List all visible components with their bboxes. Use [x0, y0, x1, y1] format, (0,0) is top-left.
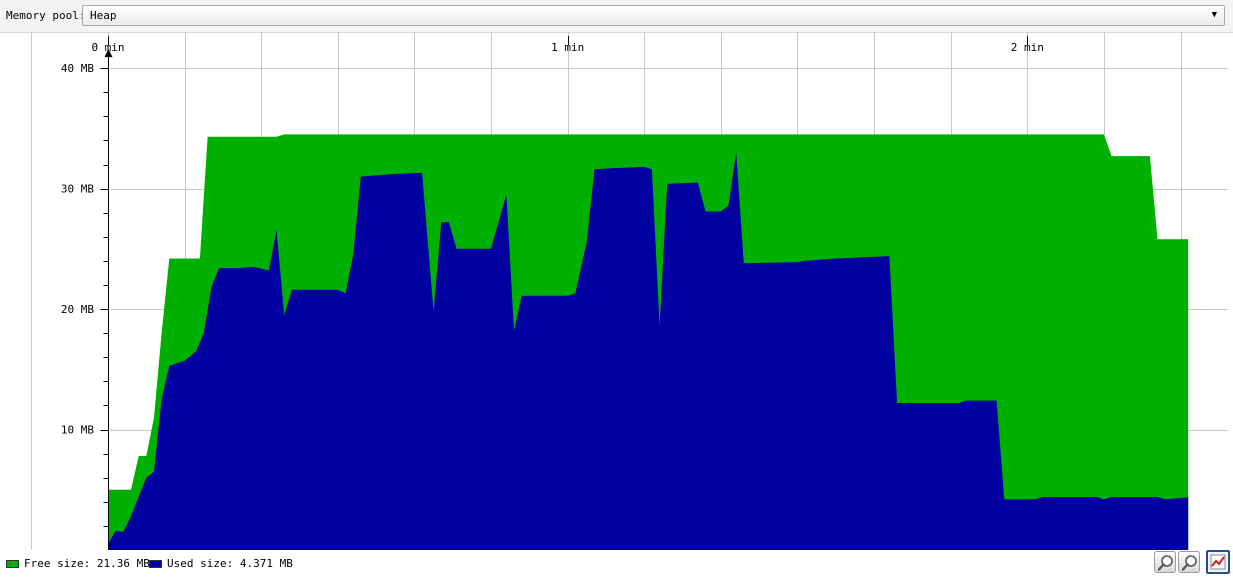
memory-chart: 10 MB 20 MB 30 MB 40 MB 0 min 1 min 2 min	[31, 32, 1228, 550]
zoom-in-icon	[1157, 555, 1173, 571]
x-tick-label: 1 min	[551, 41, 584, 54]
chart-series	[108, 134, 1189, 550]
chart-settings-icon	[1210, 554, 1226, 570]
x-tick-label: 0 min	[91, 41, 124, 54]
memory-pool-value: Heap	[90, 9, 117, 22]
y-tick-label: 40 MB	[61, 62, 94, 75]
y-tick-label: 10 MB	[61, 424, 94, 437]
zoom-out-button[interactable]	[1178, 551, 1200, 573]
memory-pool-dropdown[interactable]: Heap ▼	[82, 5, 1225, 26]
legend-free-label: Free size: 21.36 MB	[24, 557, 150, 570]
legend-item-used: Used size: 4.371 MB	[149, 557, 293, 570]
x-tick-label: 2 min	[1011, 41, 1044, 54]
legend-swatch-used	[149, 559, 162, 568]
legend-used-label: Used size: 4.371 MB	[167, 557, 293, 570]
y-tick-label: 30 MB	[61, 183, 94, 196]
chevron-down-icon: ▼	[1211, 10, 1217, 20]
chart-settings-button[interactable]	[1206, 550, 1230, 574]
zoom-out-icon	[1181, 555, 1197, 571]
legend-item-free: Free size: 21.36 MB	[6, 557, 150, 570]
toolbar: Memory pool: Heap ▼	[0, 0, 1233, 33]
legend-swatch-free	[6, 559, 19, 568]
zoom-in-button[interactable]	[1154, 551, 1176, 573]
chart-legend: Free size: 21.36 MB Used size: 4.371 MB	[0, 550, 1150, 580]
memory-pool-label: Memory pool:	[6, 9, 86, 22]
y-tick-label: 20 MB	[61, 303, 94, 316]
